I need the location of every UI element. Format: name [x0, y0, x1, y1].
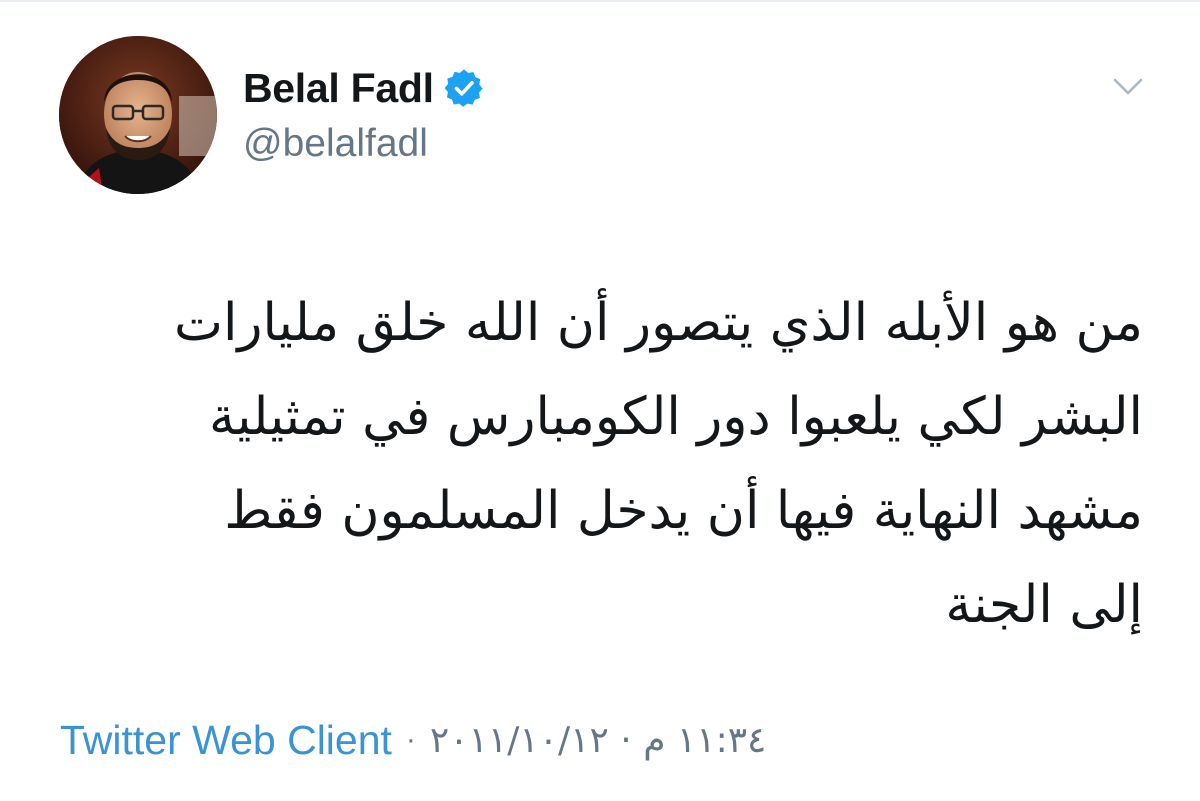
- meta-separator: ·: [405, 723, 416, 756]
- chevron-down-icon: [1113, 78, 1143, 95]
- author-name-row[interactable]: Belal Fadl: [243, 62, 484, 114]
- more-options-button[interactable]: [1108, 70, 1148, 104]
- tweet-meta: Twitter Web Client · ١١:٣٤ م · ٢٠١١/١٠/١…: [60, 712, 766, 768]
- source-link[interactable]: Twitter Web Client: [60, 717, 392, 764]
- avatar-image: [59, 36, 217, 194]
- tweet-text-line: إلى الجنة: [945, 575, 1143, 635]
- tweet-text-line: من هو الأبله الذي يتصور أن الله خلق مليا…: [173, 293, 1143, 353]
- tweet-card: Belal Fadl @belalfadl من هو الأبله الذي …: [0, 0, 1200, 801]
- top-divider: [0, 0, 1200, 2]
- author-name[interactable]: Belal Fadl: [243, 65, 434, 112]
- verified-badge-icon: [444, 69, 483, 107]
- avatar[interactable]: [59, 36, 217, 194]
- tweet-text-line: مشهد النهاية فيها أن يدخل المسلمون فقط: [224, 481, 1143, 541]
- tweet-text: من هو الأبله الذي يتصور أن الله خلق مليا…: [53, 276, 1143, 652]
- timestamp[interactable]: ١١:٣٤ م · ٢٠١١/١٠/١٢: [430, 720, 767, 761]
- tweet-text-line: البشر لكي يلعبوا دور الكومبارس في تمثيلي…: [208, 387, 1143, 447]
- author-handle[interactable]: @belalfadl: [243, 122, 428, 166]
